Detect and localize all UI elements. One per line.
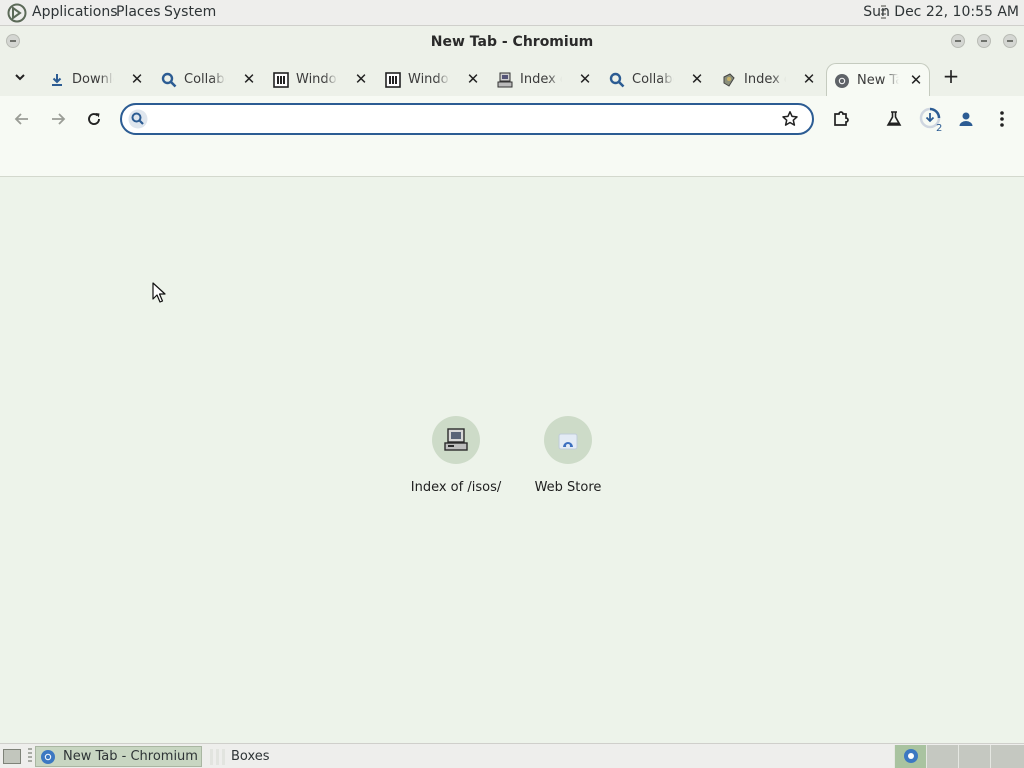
- clock[interactable]: Sun Dec 22, 10:55 AM: [863, 4, 1019, 20]
- download-count-badge: 2: [936, 123, 943, 134]
- workspace-4[interactable]: [990, 745, 1024, 768]
- shortcut-index-of-isos[interactable]: Index of /isos/: [400, 413, 512, 503]
- taskbar-item-label: Boxes: [231, 749, 270, 764]
- web-store-icon: [558, 433, 578, 450]
- address-input[interactable]: [158, 109, 768, 129]
- close-tab-icon[interactable]: ✕: [464, 70, 482, 88]
- chromium-icon: [904, 749, 918, 763]
- system-menu[interactable]: System: [164, 4, 216, 20]
- shortcut-tile: [544, 416, 592, 464]
- window-menu-button[interactable]: [6, 34, 20, 48]
- taskbar-item-boxes[interactable]: Boxes: [206, 746, 296, 767]
- close-tab-icon[interactable]: ✕: [688, 70, 706, 88]
- places-menu[interactable]: Places: [116, 4, 161, 20]
- tab-downloads[interactable]: Downloads ✕: [48, 63, 160, 96]
- close-tab-icon[interactable]: ✕: [907, 71, 925, 89]
- maximize-button[interactable]: [977, 34, 991, 48]
- forward-arrow-icon[interactable]: [46, 107, 70, 131]
- address-bar[interactable]: [120, 103, 814, 135]
- reload-icon[interactable]: [82, 107, 106, 131]
- close-tab-icon[interactable]: ✕: [240, 70, 258, 88]
- tab-new-tab[interactable]: New Tab ✕: [826, 63, 930, 96]
- workspace-1[interactable]: [894, 745, 926, 768]
- chromium-icon: [833, 72, 851, 90]
- browser-toolbar: [0, 96, 1024, 142]
- chromium-icon: [41, 749, 55, 764]
- workspace-2[interactable]: [926, 745, 958, 768]
- taskbar-item-label: New Tab - Chromium: [63, 749, 198, 764]
- bookmarks-bar: [0, 142, 1024, 177]
- tab-windows[interactable]: Windows ✕: [384, 63, 496, 96]
- panel-grip[interactable]: [28, 748, 32, 764]
- new-tab-page: Index of /isos/ Web Store: [0, 177, 1024, 743]
- bookmark-star-icon[interactable]: [781, 110, 799, 128]
- library-icon: [384, 71, 402, 89]
- search-icon: [128, 109, 148, 129]
- tab-search-chevron-icon[interactable]: [12, 69, 28, 85]
- tab-label: Index of: [520, 72, 562, 87]
- tab-label: Index of: [744, 72, 786, 87]
- shortcut-label: Web Store: [534, 480, 602, 495]
- computer-icon: [444, 428, 468, 451]
- profile-avatar-icon[interactable]: [954, 107, 978, 131]
- bottom-panel: New Tab - Chromium Boxes: [0, 743, 1024, 768]
- window-titlebar[interactable]: New Tab - Chromium: [0, 26, 1024, 58]
- tab-label: Collabora: [632, 72, 674, 87]
- new-tab-plus-icon[interactable]: +: [942, 66, 960, 86]
- close-window-button[interactable]: [1003, 34, 1017, 48]
- search-icon: [160, 71, 178, 89]
- file-icon: [720, 71, 738, 89]
- top-panel: Applications Places System Sun Dec 22, 1…: [0, 0, 1024, 26]
- download-icon: [48, 71, 66, 89]
- back-arrow-icon[interactable]: [10, 107, 34, 131]
- close-tab-icon[interactable]: ✕: [352, 70, 370, 88]
- tab-label: Downloads: [72, 72, 114, 87]
- labs-flask-icon[interactable]: [882, 107, 906, 131]
- show-desktop-icon[interactable]: [3, 749, 21, 764]
- tab-strip: Downloads ✕ Collabora ✕ Windows ✕ Window…: [0, 58, 1024, 96]
- extensions-puzzle-icon[interactable]: [829, 107, 853, 131]
- search-icon: [608, 71, 626, 89]
- more-menu-icon[interactable]: [990, 107, 1014, 131]
- shortcut-web-store[interactable]: Web Store: [512, 413, 624, 503]
- close-tab-icon[interactable]: ✕: [800, 70, 818, 88]
- workspace-3[interactable]: [958, 745, 990, 768]
- window-title: New Tab - Chromium: [430, 34, 594, 50]
- shortcut-label: Index of /isos/: [410, 480, 502, 495]
- tab-label: Collabora: [184, 72, 226, 87]
- tab-collabora[interactable]: Collabora ✕: [608, 63, 720, 96]
- taskbar-item-chromium[interactable]: New Tab - Chromium: [35, 746, 202, 767]
- tab-index-of[interactable]: Index of ✕: [496, 63, 608, 96]
- tab-label: New Tab: [857, 73, 899, 88]
- applications-menu[interactable]: Applications: [32, 4, 118, 20]
- tab-label: Windows: [408, 72, 450, 87]
- distro-logo-icon[interactable]: [7, 3, 27, 23]
- mouse-pointer-icon: [152, 282, 166, 303]
- minimize-button[interactable]: [951, 34, 965, 48]
- library-icon: [272, 71, 290, 89]
- close-tab-icon[interactable]: ✕: [128, 70, 146, 88]
- tab-collabora[interactable]: Collabora ✕: [160, 63, 272, 96]
- tab-index-of[interactable]: Index of ✕: [720, 63, 832, 96]
- shortcut-tile: [432, 416, 480, 464]
- computer-icon: [496, 71, 514, 89]
- boxes-icon: [210, 748, 226, 765]
- close-tab-icon[interactable]: ✕: [576, 70, 594, 88]
- tab-windows[interactable]: Windows ✕: [272, 63, 384, 96]
- tab-label: Windows: [296, 72, 338, 87]
